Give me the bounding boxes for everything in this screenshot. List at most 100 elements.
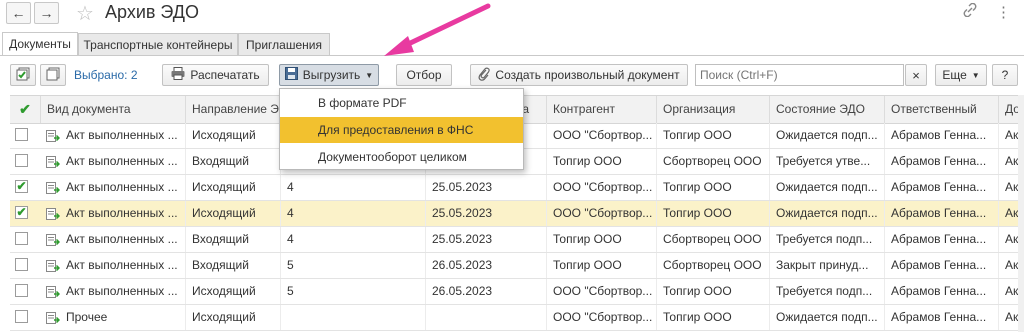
table-cell: Акт выполненных ...	[40, 279, 185, 304]
table-row[interactable]: Акт выполненных ... Входящий 4 25.05.2023 То…	[10, 227, 1024, 253]
cell-text: 4	[287, 180, 294, 194]
column-header[interactable]: Организация	[656, 96, 769, 123]
table-cell: ООО "Сбортвор...	[546, 201, 656, 226]
help-button[interactable]: ?	[992, 64, 1018, 86]
cell-text: 25.05.2023	[432, 180, 493, 194]
selection-filter-button[interactable]: Отбор	[396, 64, 452, 86]
favorite-star-icon[interactable]: ☆	[76, 1, 94, 26]
cell-text: Закрыт принуд...	[776, 258, 869, 272]
more-label: Еще	[942, 68, 967, 82]
back-arrow-icon: ←	[11, 5, 26, 21]
cell-text: Топгир ООО	[663, 206, 732, 220]
cell-text: Ожидается подп...	[776, 206, 878, 220]
table-cell	[425, 305, 546, 330]
table-cell: Ожидается подп...	[769, 175, 884, 200]
cell-text: Топгир ООО	[663, 128, 732, 142]
cell-text: 5	[287, 284, 294, 298]
table-cell: Абрамов Генна...	[884, 175, 998, 200]
more-button[interactable]: Еще ▼	[935, 64, 987, 86]
cell-text: Акт выполненных ...	[66, 284, 178, 298]
document-icon	[46, 155, 60, 168]
checkbox[interactable]	[15, 258, 28, 271]
checkbox[interactable]	[15, 310, 28, 323]
column-header[interactable]: Ответственный	[884, 96, 998, 123]
cell-text: Топгир ООО	[553, 232, 622, 246]
export-label: Выгрузить	[302, 68, 361, 82]
checkbox[interactable]	[15, 154, 28, 167]
table-row[interactable]: Прочее Исходящий ООО "Сбортвор... Топгир ОО…	[10, 305, 1024, 331]
cell-text: Акт выполненных ...	[66, 180, 178, 194]
checked-checkbox[interactable]: ✔	[15, 180, 28, 193]
cell-text: Ожидается подп...	[776, 310, 878, 324]
clear-search-button[interactable]: ×	[905, 64, 927, 86]
check-all-icon	[16, 67, 30, 84]
column-header[interactable]: Направление Э	[185, 96, 280, 123]
table-cell: 25.05.2023	[425, 175, 546, 200]
printer-icon	[171, 67, 185, 83]
vertical-scrollbar[interactable]	[1018, 95, 1024, 332]
column-header[interactable]: Вид документа	[40, 96, 185, 123]
cell-text: 25.05.2023	[432, 206, 493, 220]
checkbox[interactable]	[15, 128, 28, 141]
table-cell: ООО "Сбортвор...	[546, 175, 656, 200]
checkbox[interactable]	[15, 284, 28, 297]
checkbox[interactable]	[15, 232, 28, 245]
menu-item-fns[interactable]: Для предоставления в ФНС	[280, 117, 523, 143]
cell-text: Акт выполненных ...	[66, 206, 178, 220]
search-input[interactable]	[695, 64, 904, 86]
table-cell: Входящий	[185, 253, 280, 278]
table-cell: Исходящий	[185, 201, 280, 226]
column-header[interactable]: Состояние ЭДО	[769, 96, 884, 123]
cell-text: Абрамов Генна...	[891, 128, 987, 142]
uncheck-all-button[interactable]	[40, 64, 66, 86]
table-cell: Требуется подп...	[769, 279, 884, 304]
cell-text: Топгир ООО	[553, 258, 622, 272]
tab-invitations[interactable]: Приглашения	[238, 33, 330, 55]
table-cell: ООО "Сбортвор...	[546, 305, 656, 330]
tab-transport-containers[interactable]: Транспортные контейнеры	[78, 33, 238, 55]
cell-text: Входящий	[192, 258, 249, 272]
document-icon	[46, 259, 60, 272]
cell-text: Исходящий	[192, 284, 256, 298]
table-row[interactable]: ✔ Акт выполненных ... Исходящий 4 25.05.2023…	[10, 201, 1024, 227]
table-cell: Абрамов Генна...	[884, 149, 998, 174]
table-row[interactable]: ✔ Акт выполненных ... Исходящий 4 25.05.2023…	[10, 175, 1024, 201]
table-cell: Требуется подп...	[769, 227, 884, 252]
column-header[interactable]: Контрагент	[546, 96, 656, 123]
more-menu-icon[interactable]: ⋮	[996, 3, 1011, 21]
checked-checkbox[interactable]: ✔	[15, 206, 28, 219]
cell-text: 25.05.2023	[432, 232, 493, 246]
table-cell: Топгир ООО	[656, 305, 769, 330]
table-cell: Акт выполненных ...	[40, 175, 185, 200]
cell-text: Топгир ООО	[553, 154, 622, 168]
table-row[interactable]: Акт выполненных ... Входящий 5 26.05.2023 То…	[10, 253, 1024, 279]
table-cell: 25.05.2023	[425, 201, 546, 226]
table-row[interactable]: Акт выполненных ... Исходящий 5 26.05.2023 О…	[10, 279, 1024, 305]
link-icon[interactable]	[963, 2, 977, 21]
table-cell: Абрамов Генна...	[884, 201, 998, 226]
menu-item-pdf[interactable]: В формате PDF	[280, 90, 523, 116]
annotation-arrow-icon	[384, 3, 491, 56]
export-button[interactable]: Выгрузить ▼	[279, 64, 379, 86]
menu-item-full-workflow[interactable]: Документооборот целиком	[280, 144, 523, 170]
tab-documents[interactable]: Документы	[2, 32, 78, 55]
table-cell: Топгир ООО	[546, 149, 656, 174]
back-button[interactable]: ←	[6, 2, 31, 24]
check-all-button[interactable]	[10, 64, 36, 86]
cell-text: 26.05.2023	[432, 284, 493, 298]
cell-text: Абрамов Генна...	[891, 206, 987, 220]
table-cell: Абрамов Генна...	[884, 227, 998, 252]
print-button[interactable]: Распечатать	[162, 64, 269, 86]
cell-text: Акт выполненных ...	[66, 258, 178, 272]
create-document-button[interactable]: Создать произвольный документ	[470, 64, 688, 86]
dropdown-arrow-icon: ▼	[971, 70, 980, 80]
uncheck-all-icon	[46, 67, 60, 84]
document-icon	[46, 311, 60, 324]
cell-text: 5	[287, 258, 294, 272]
table-cell: Сбортворец ООО	[656, 253, 769, 278]
page-title: Архив ЭДО	[105, 2, 199, 22]
create-document-label: Создать произвольный документ	[495, 68, 680, 82]
table-cell: Закрыт принуд...	[769, 253, 884, 278]
table-cell: Топгир ООО	[656, 123, 769, 148]
forward-button[interactable]: →	[34, 2, 59, 24]
